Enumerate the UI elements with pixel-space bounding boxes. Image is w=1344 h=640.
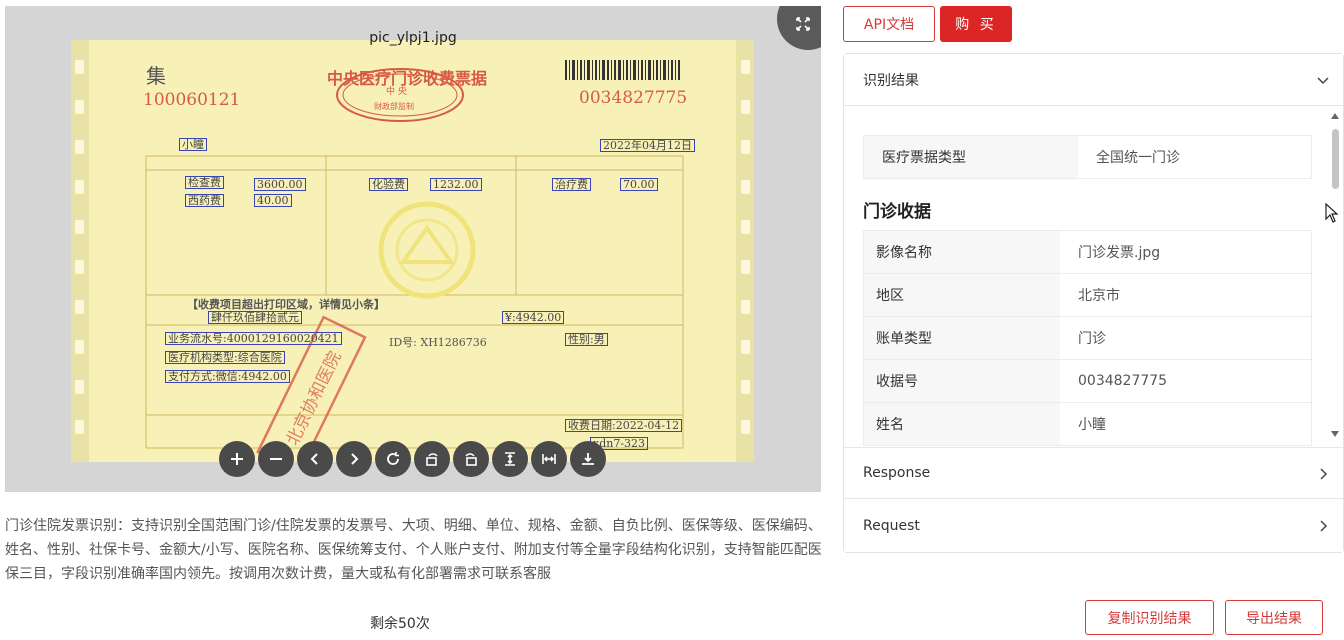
- rotate-left-button[interactable]: [414, 441, 450, 477]
- receipt-corner-mark: 集: [146, 64, 166, 88]
- box-item-2-amount: 1232.00: [430, 178, 482, 191]
- box-item-3-name: 治疗费: [552, 178, 591, 191]
- image-viewer[interactable]: pic_ylpj1.jpg 集 中央医疗门诊收费票据 中 央 财政部监制 100…: [5, 6, 821, 492]
- receipt-overflow-note: 【收费项目超出打印区域，详情见小条】: [187, 298, 385, 311]
- flip-horizontal-button[interactable]: [531, 441, 567, 477]
- box-total-small: ¥:4942.00: [502, 311, 565, 324]
- box-pay-date: 收费日期:2022-04-12: [565, 419, 683, 432]
- receipt-seal-bottom: 财政部监制: [374, 102, 414, 111]
- field-row: 地区 北京市: [863, 273, 1312, 317]
- field-key: 收据号: [864, 360, 1060, 402]
- field-key: 地区: [864, 274, 1060, 316]
- minus-icon: [270, 458, 282, 460]
- flip-vertical-icon: [505, 452, 515, 466]
- receipt-id-line: ID号: XH1286736: [389, 336, 487, 349]
- scroll-thumb[interactable]: [1332, 129, 1339, 189]
- chevron-left-icon: [310, 453, 318, 465]
- box-serial: 业务流水号:4000129160020421: [165, 332, 342, 345]
- receipt-seal-top: 中 央: [386, 87, 407, 97]
- product-description: 门诊住院发票识别：支持识别全国范围门诊/住院发票的发票号、大项、明细、单位、规格…: [5, 518, 822, 582]
- chevron-right-icon: [351, 453, 359, 465]
- field-value: 北京市: [1078, 288, 1120, 304]
- fullscreen-icon: [796, 17, 810, 31]
- file-name: pic_ylpj1.jpg: [369, 30, 457, 46]
- field-value: 0034827775: [1078, 373, 1168, 389]
- download-icon: [582, 453, 594, 465]
- field-value: 小瞳: [1078, 417, 1106, 433]
- reset-button[interactable]: [375, 441, 411, 477]
- flip-horizontal-icon: [542, 454, 556, 464]
- rotate-left-icon: [426, 453, 438, 466]
- box-payer: 小瞳: [179, 138, 207, 151]
- field-row: 姓名 小瞳: [863, 402, 1312, 446]
- export-result-button[interactable]: 导出结果: [1225, 600, 1323, 635]
- mouse-cursor-icon: [1325, 203, 1339, 223]
- zoom-in-button[interactable]: [219, 441, 255, 477]
- prev-button[interactable]: [297, 441, 333, 477]
- field-key: 账单类型: [864, 317, 1060, 359]
- receipt-image: 集 中央医疗门诊收费票据 中 央 财政部监制 100060121 0034827…: [71, 40, 754, 462]
- result-panel: 识别结果 医疗票据类型 全国统一门诊 门诊收据 影像名称 门诊发票.jpg 地区…: [843, 53, 1344, 553]
- box-item-4-name: 西药费: [185, 194, 224, 207]
- plus-icon: [231, 453, 243, 465]
- api-doc-button[interactable]: API文档: [843, 6, 935, 42]
- field-row: 影像名称 门诊发票.jpg: [863, 230, 1312, 274]
- box-item-3-amount: 70.00: [620, 178, 658, 191]
- reset-icon: [387, 452, 399, 465]
- field-value: 门诊发票.jpg: [1078, 245, 1161, 261]
- flip-vertical-button[interactable]: [492, 441, 528, 477]
- result-scrollbar[interactable]: [1327, 107, 1343, 447]
- box-item-2-name: 化验费: [369, 178, 408, 191]
- field-value: 全国统一门诊: [1096, 150, 1180, 166]
- box-org-type: 医疗机构类型:综合医院: [165, 351, 285, 364]
- request-title: Request: [863, 518, 920, 534]
- receipt-left-number: 100060121: [143, 90, 241, 110]
- next-button[interactable]: [336, 441, 372, 477]
- receipt-title: 中央医疗门诊收费票据: [327, 69, 488, 88]
- receipt-right-number: 0034827775: [579, 88, 688, 108]
- copy-result-button[interactable]: 复制识别结果: [1085, 600, 1214, 635]
- box-item-1-name: 检查费: [185, 176, 224, 189]
- rotate-right-button[interactable]: [453, 441, 489, 477]
- box-gender: 性别:男: [565, 333, 608, 346]
- result-accordion-title: 识别结果: [863, 72, 919, 89]
- field-row: 收据号 0034827775: [863, 359, 1312, 403]
- result-accordion-header[interactable]: 识别结果: [844, 54, 1343, 106]
- download-button[interactable]: [570, 441, 606, 477]
- response-accordion-header[interactable]: Response: [844, 447, 1343, 499]
- box-item-4-amount: 40.00: [254, 194, 292, 207]
- box-date: 2022年04月12日: [600, 139, 695, 152]
- field-key: 医疗票据类型: [864, 136, 1078, 178]
- box-total-words: 肆仟玖佰肆拾贰元: [208, 311, 302, 324]
- field-row: 账单类型 门诊: [863, 316, 1312, 360]
- field-value: 门诊: [1078, 331, 1106, 347]
- response-title: Response: [863, 465, 931, 481]
- remaining-count: 剩余50次: [370, 616, 430, 632]
- chevron-right-icon: [1320, 468, 1328, 480]
- field-key: 影像名称: [864, 231, 1060, 273]
- chevron-right-icon: [1320, 520, 1328, 532]
- zoom-out-button[interactable]: [258, 441, 294, 477]
- field-key: 姓名: [864, 403, 1060, 445]
- box-item-1-amount: 3600.00: [254, 178, 306, 191]
- rotate-right-icon: [465, 453, 477, 466]
- scroll-down-icon: [1331, 431, 1339, 437]
- chevron-down-icon: [1317, 77, 1329, 85]
- scroll-up-icon: [1331, 113, 1339, 119]
- invoice-type-row: 医疗票据类型 全国统一门诊: [863, 135, 1312, 179]
- request-accordion-header[interactable]: Request: [844, 500, 1343, 552]
- viewer-toolbar: [219, 441, 606, 477]
- section-title: 门诊收据: [863, 202, 931, 222]
- result-content[interactable]: 医疗票据类型 全国统一门诊 门诊收据 影像名称 门诊发票.jpg 地区 北京市 …: [844, 107, 1343, 447]
- box-payment: 支付方式:微信:4942.00: [165, 370, 290, 383]
- buy-button[interactable]: 购 买: [940, 6, 1012, 42]
